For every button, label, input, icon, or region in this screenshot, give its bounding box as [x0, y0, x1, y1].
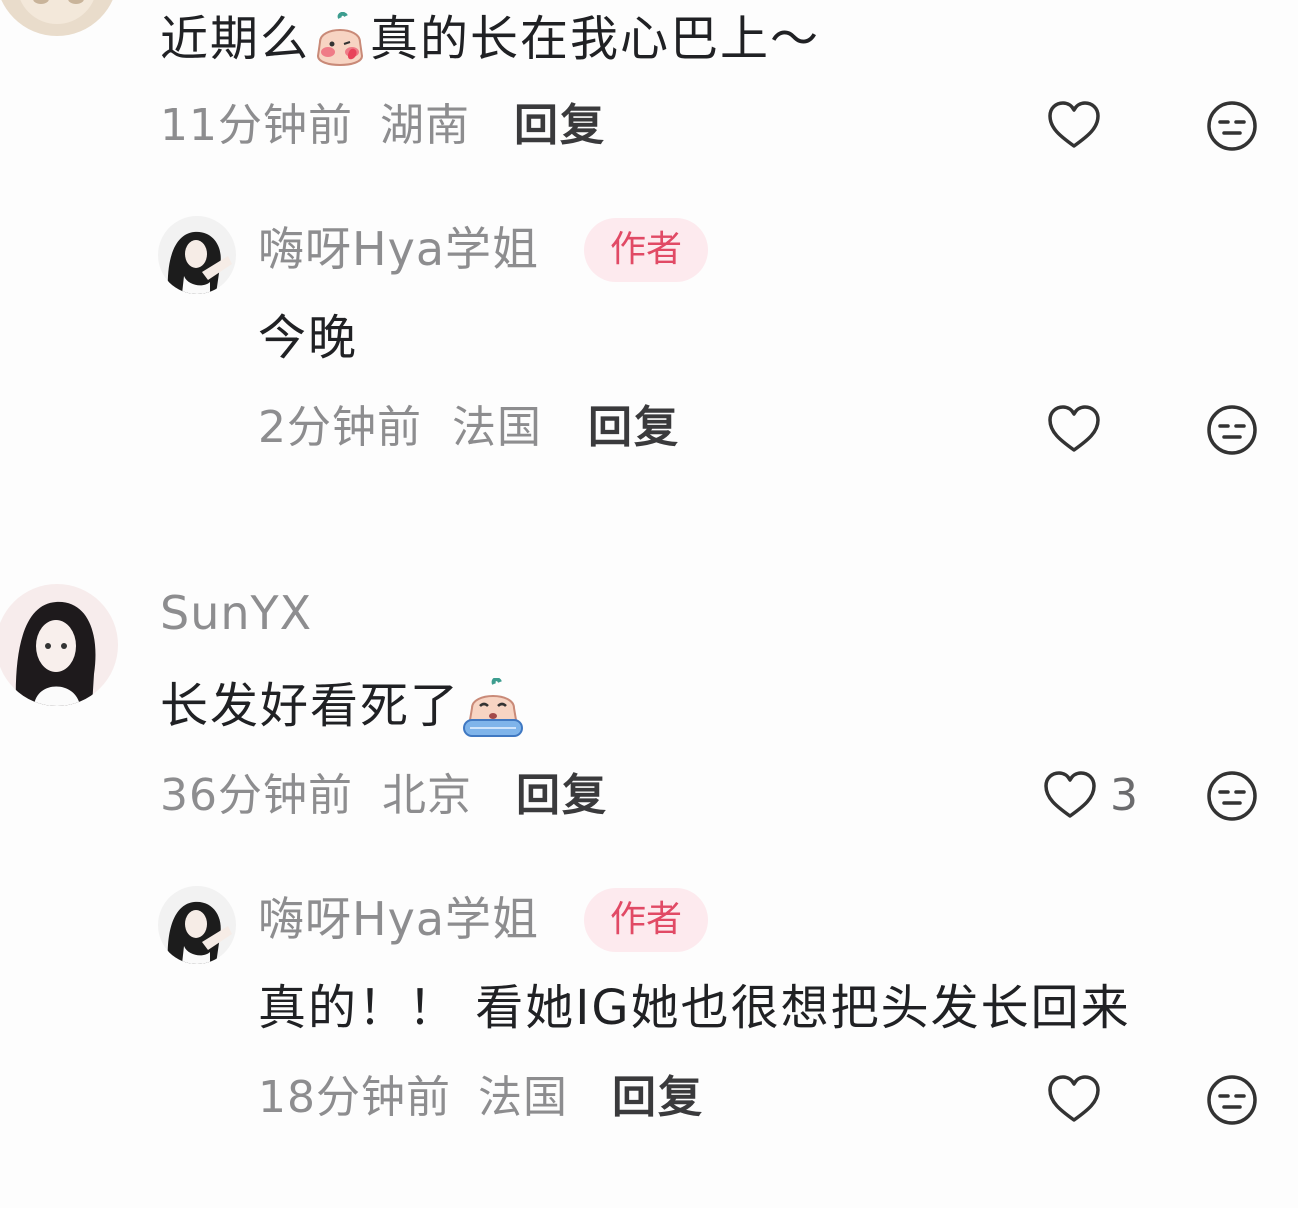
like-count: 3 — [1110, 770, 1138, 821]
comment-time: 11分钟前 — [160, 100, 353, 151]
avatar[interactable] — [158, 886, 236, 964]
heart-icon — [1048, 101, 1100, 148]
dislike-face-icon — [1207, 771, 1257, 821]
reply-content: 真的！！ 看她IG她也很想把头发长回来 — [258, 980, 1131, 1036]
reply-button[interactable]: 回复 — [588, 406, 680, 450]
dislike-face-icon — [1207, 405, 1257, 455]
dislike-button[interactable] — [1204, 768, 1260, 824]
author-badge: 作者 — [584, 218, 709, 282]
dislike-face-icon — [1207, 101, 1257, 151]
like-button[interactable] — [1046, 1072, 1102, 1128]
reply-content: 今晚 — [258, 310, 359, 366]
blush-emoji — [310, 11, 370, 72]
comment-time: 36分钟前 — [160, 770, 353, 821]
heart-icon — [1048, 1075, 1100, 1122]
reply-button[interactable]: 回复 — [516, 774, 608, 818]
like-button[interactable] — [1042, 768, 1098, 824]
comment-content: 近期么 真的长在我心巴上～ — [160, 11, 820, 72]
comment-location: 北京 — [382, 770, 472, 821]
heart-icon — [1048, 405, 1100, 452]
reply-time: 2分钟前 — [258, 402, 422, 453]
avatar[interactable] — [0, 0, 118, 36]
reply-button[interactable]: 回复 — [514, 104, 606, 148]
avatar[interactable] — [158, 216, 236, 294]
comment-content: 长发好看死了 — [160, 677, 526, 740]
reply-button[interactable]: 回复 — [612, 1076, 704, 1120]
reply-location: 法国 — [478, 1072, 568, 1123]
author-badge: 作者 — [584, 888, 709, 952]
avatar[interactable] — [0, 584, 118, 706]
heart-icon — [1044, 771, 1096, 818]
dislike-button[interactable] — [1204, 402, 1260, 458]
reply-location: 法国 — [452, 402, 542, 453]
dislike-button[interactable] — [1204, 1072, 1260, 1128]
dislike-button[interactable] — [1204, 98, 1260, 154]
comment-username[interactable]: SunYX — [160, 590, 312, 636]
dislike-face-icon — [1207, 1075, 1257, 1125]
reply-username[interactable]: 嗨呀Hya学姐 — [258, 896, 539, 942]
comment-location: 湖南 — [380, 100, 470, 151]
like-button[interactable] — [1046, 402, 1102, 458]
crying-emoji — [460, 677, 526, 740]
reply-time: 18分钟前 — [258, 1072, 451, 1123]
reply-username[interactable]: 嗨呀Hya学姐 — [258, 226, 539, 272]
like-button[interactable] — [1046, 98, 1102, 154]
